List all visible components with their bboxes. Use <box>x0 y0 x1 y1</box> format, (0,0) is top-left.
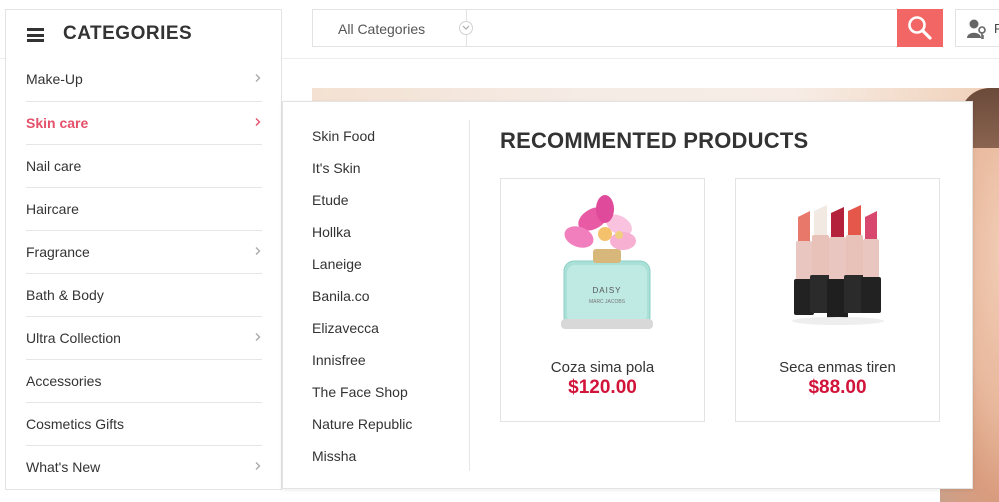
product-price: $120.00 <box>568 377 637 398</box>
sidebar-item-label: Skin care <box>26 115 89 131</box>
brand-link[interactable]: Missha <box>312 440 412 472</box>
sidebar-item-label: Accessories <box>26 373 102 389</box>
sidebar-item[interactable]: Make-Up <box>26 58 262 101</box>
sidebar-item[interactable]: Nail care <box>26 144 262 187</box>
category-list: Make-Up Skin care Nail care Haircare Fragran… <box>26 58 262 488</box>
sidebar-item-label: Haircare <box>26 201 79 217</box>
brand-link[interactable]: Banila.co <box>312 280 412 312</box>
brand-link[interactable]: Elizavecca <box>312 312 412 344</box>
sidebar-item[interactable]: Bath & Body <box>26 273 262 316</box>
chevron-right-icon <box>255 462 261 470</box>
sidebar-item[interactable]: Haircare <box>26 187 262 230</box>
brand-link[interactable]: The Face Shop <box>312 376 412 408</box>
sidebar-item-label: Ultra Collection <box>26 330 121 346</box>
lipsticks-image <box>736 179 939 349</box>
category-select-value: All Categories <box>338 21 426 37</box>
sidebar-item[interactable]: What's New <box>26 445 262 488</box>
recommended-title: RECOMMENTED PRODUCTS <box>500 128 809 153</box>
sidebar-item-label: What's New <box>26 459 101 475</box>
brand-link[interactable]: Hollka <box>312 216 412 248</box>
product-card[interactable]: DAISY MARC JACOBS Coza sima pola $120.00 <box>500 178 705 422</box>
svg-text:MARC JACOBS: MARC JACOBS <box>589 299 626 305</box>
product-price: $88.00 <box>808 377 867 398</box>
brand-link[interactable]: Etude <box>312 184 412 216</box>
categories-title: CATEGORIES <box>63 23 193 44</box>
categories-header[interactable]: CATEGORIES <box>6 10 281 58</box>
divider <box>469 120 470 471</box>
sidebar-item-label: Bath & Body <box>26 287 104 303</box>
chevron-right-icon <box>255 333 261 341</box>
product-name[interactable]: Seca enmas tiren <box>736 359 939 376</box>
categories-sidebar: CATEGORIES Make-Up Skin care Nail care Hair… <box>5 9 282 490</box>
sidebar-item-label: Fragrance <box>26 244 90 260</box>
svg-text:DAISY: DAISY <box>592 286 621 295</box>
sidebar-item[interactable]: Ultra Collection <box>26 316 262 359</box>
search-input[interactable] <box>469 14 893 44</box>
sidebar-item[interactable]: Cosmetics Gifts <box>26 402 262 445</box>
brand-link[interactable]: Nature Republic <box>312 408 412 440</box>
product-name[interactable]: Coza sima pola <box>501 359 704 376</box>
hamburger-icon <box>27 28 44 42</box>
brand-link[interactable]: Skin Food <box>312 120 412 152</box>
sidebar-item-label: Nail care <box>26 158 82 174</box>
chevron-right-icon <box>255 74 261 82</box>
perfume-bottle-image: DAISY MARC JACOBS <box>501 179 704 349</box>
sidebar-item-label: Make-Up <box>26 71 83 87</box>
category-select[interactable]: All Categories <box>313 10 473 46</box>
search-bar: All Categories <box>312 9 942 47</box>
account-button[interactable]: R <box>955 9 999 47</box>
chevron-right-icon <box>255 118 261 126</box>
account-label: R <box>994 21 999 36</box>
brand-link[interactable]: Innisfree <box>312 344 412 376</box>
sidebar-item-label: Cosmetics Gifts <box>26 416 125 432</box>
sidebar-item[interactable]: Fragrance <box>26 230 262 273</box>
brand-link[interactable]: Laneige <box>312 248 412 280</box>
sidebar-item[interactable]: Accessories <box>26 359 262 402</box>
mega-menu-dropdown: Skin Food It's Skin Etude Hollka Laneige Bani… <box>282 101 973 489</box>
product-card[interactable]: Seca enmas tiren $88.00 <box>735 178 940 422</box>
chevron-right-icon <box>255 247 261 255</box>
brand-list: Skin Food It's Skin Etude Hollka Laneige Bani… <box>312 120 412 472</box>
sidebar-item[interactable]: Skin care <box>26 101 262 144</box>
search-button[interactable] <box>897 9 943 47</box>
brand-link[interactable]: It's Skin <box>312 152 412 184</box>
